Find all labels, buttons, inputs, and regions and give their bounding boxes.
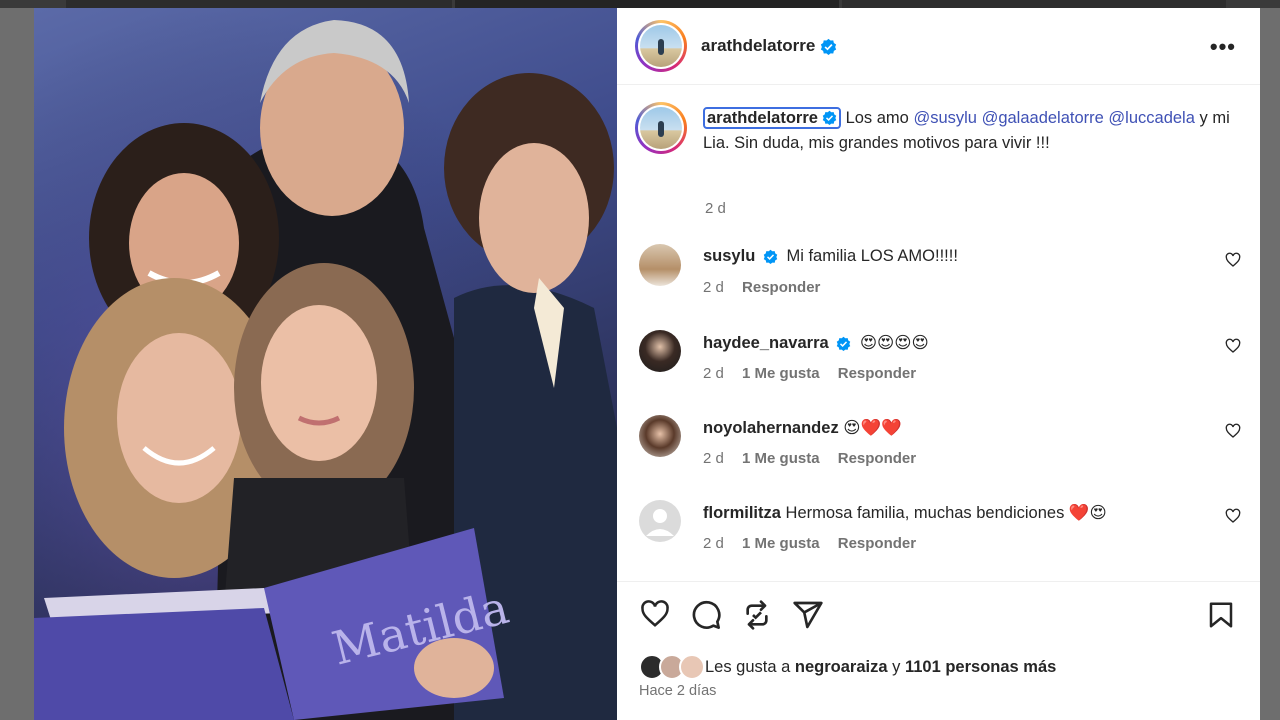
commenter-avatar[interactable] (639, 415, 681, 457)
comment-text: 😍😍😍😍 (859, 334, 929, 352)
repost-icon[interactable] (741, 599, 773, 631)
comment-like-icon[interactable] (1225, 252, 1241, 268)
comment-item: noyolahernandez 😍❤️❤️ 2 d 1 Me gusta Res… (639, 415, 1241, 485)
commenter-avatar-default[interactable] (639, 500, 681, 542)
author-username[interactable]: arathdelatorre (701, 36, 815, 56)
post-timestamp[interactable]: Hace 2 días (639, 683, 716, 699)
post-header: arathdelatorre ••• (617, 8, 1260, 85)
comment-text-line: haydee_navarra 😍😍😍😍 (703, 333, 929, 353)
more-options-icon[interactable]: ••• (1210, 34, 1236, 60)
liker-avatars (639, 654, 705, 680)
post-actions-bar: Les gusta a negroaraiza y 1101 personas … (617, 581, 1260, 720)
reply-button[interactable]: Responder (838, 365, 916, 382)
comment-time[interactable]: 2 d (703, 535, 724, 552)
likes-count[interactable]: 1101 personas más (905, 658, 1056, 677)
comment-text: Hermosa familia, muchas bendiciones ❤️😍 (785, 504, 1107, 522)
reply-button[interactable]: Responder (838, 450, 916, 467)
comment-text: Mi familia LOS AMO!!!!! (786, 247, 958, 265)
comment-meta: 2 d 1 Me gusta Responder (703, 535, 930, 552)
comment-item: flormilitza Hermosa familia, muchas bend… (639, 500, 1241, 570)
likes-prefix: Les gusta a (705, 657, 791, 676)
comment-username[interactable]: haydee_navarra (703, 334, 829, 352)
reply-button[interactable]: Responder (742, 279, 820, 296)
comment-username[interactable]: noyolahernandez (703, 419, 839, 437)
post-modal: Matilda arathdelatorre ••• arathdelatorr… (34, 8, 1260, 720)
verified-badge-icon (822, 110, 837, 125)
comment-meta: 2 d 1 Me gusta Responder (703, 450, 930, 467)
comment-time[interactable]: 2 d (703, 365, 724, 382)
comments-scroll-area[interactable]: arathdelatorre Los amo @susylu @galaadel… (617, 86, 1260, 581)
mention-link[interactable]: @galaadelatorre (982, 109, 1104, 127)
mention-link[interactable]: @susylu (913, 109, 977, 127)
likes-conj: y (892, 657, 901, 676)
likes-summary[interactable]: Les gusta a negroaraiza y 1101 personas … (639, 654, 1056, 680)
background-thumbnail-strip (0, 0, 1280, 8)
comment-like-icon[interactable] (1225, 508, 1241, 524)
comment-time[interactable]: 2 d (703, 279, 724, 296)
comment-likes-count[interactable]: 1 Me gusta (742, 365, 820, 382)
comment-item: haydee_navarra 😍😍😍😍 2 d 1 Me gusta Respo… (639, 330, 1241, 400)
post-details-panel: arathdelatorre ••• arathdelatorre Los am… (617, 8, 1260, 720)
comment-likes-count[interactable]: 1 Me gusta (742, 535, 820, 552)
reply-button[interactable]: Responder (838, 535, 916, 552)
caption-avatar[interactable] (635, 102, 687, 154)
family-photo-illustration: Matilda (34, 8, 617, 720)
comment-item: susylu Mi familia LOS AMO!!!!! 2 d Respo… (639, 244, 1241, 314)
comment-text-line: flormilitza Hermosa familia, muchas bend… (703, 503, 1107, 523)
heart-icon[interactable] (639, 599, 671, 629)
commenter-avatar[interactable] (639, 330, 681, 372)
comment-username[interactable]: susylu (703, 247, 755, 265)
comment-icon[interactable] (690, 599, 722, 631)
comment-like-icon[interactable] (1225, 338, 1241, 354)
default-user-icon (646, 509, 674, 536)
liker-username[interactable]: negroaraiza (795, 658, 888, 677)
mention-link[interactable]: @luccadela (1108, 109, 1194, 127)
comment-like-icon[interactable] (1225, 423, 1241, 439)
comment-text-line: susylu Mi familia LOS AMO!!!!! (703, 247, 958, 266)
verified-badge-icon (763, 249, 778, 265)
bookmark-icon[interactable] (1206, 599, 1236, 631)
verified-badge-icon (837, 336, 851, 352)
comment-text: 😍❤️❤️ (843, 419, 902, 437)
share-icon[interactable] (792, 599, 824, 631)
caption-username[interactable]: arathdelatorre (703, 107, 841, 129)
comment-meta: 2 d Responder (703, 279, 834, 296)
caption-time[interactable]: 2 d (705, 200, 726, 217)
caption-text-1: Los amo (845, 109, 909, 127)
post-photo[interactable]: Matilda (34, 8, 617, 720)
comment-time[interactable]: 2 d (703, 450, 724, 467)
comment-likes-count[interactable]: 1 Me gusta (742, 450, 820, 467)
comment-text-line: noyolahernandez 😍❤️❤️ (703, 418, 902, 438)
verified-badge-icon (821, 38, 837, 55)
comment-username[interactable]: flormilitza (703, 504, 781, 522)
commenter-avatar[interactable] (639, 244, 681, 286)
author-avatar[interactable] (635, 20, 687, 72)
caption-text: arathdelatorre Los amo @susylu @galaadel… (703, 106, 1235, 156)
comment-meta: 2 d 1 Me gusta Responder (703, 365, 930, 382)
